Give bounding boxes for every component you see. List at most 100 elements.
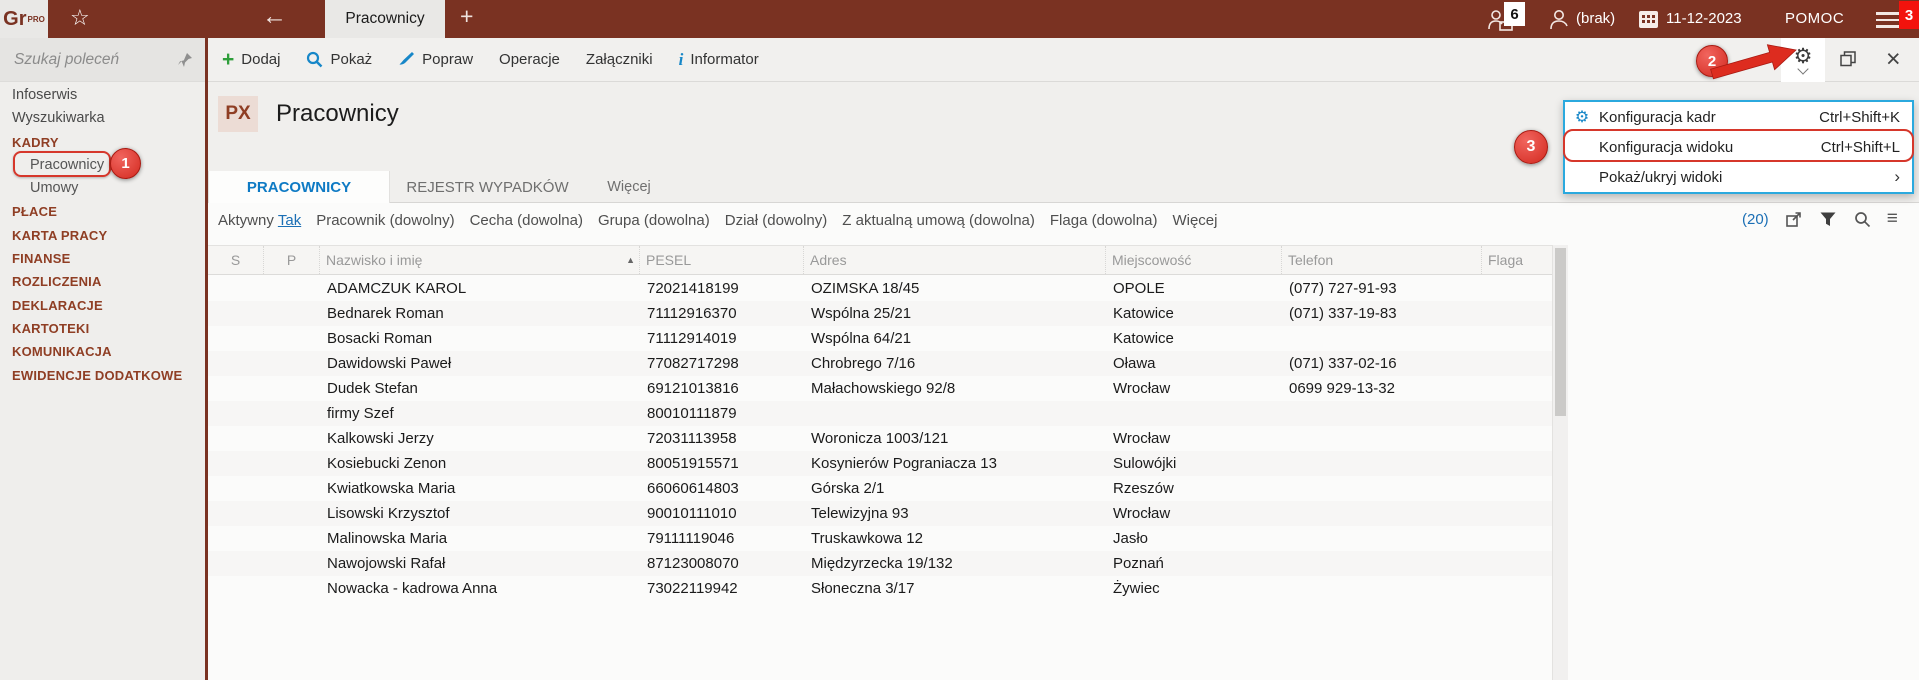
window-tab-label: Pracownicy <box>345 10 425 27</box>
col-header-nazwisko-label: Nazwisko i imię <box>326 252 423 268</box>
cell-s <box>208 326 264 351</box>
cell-phone: 0699 929-13-32 <box>1289 380 1395 397</box>
help-link[interactable]: POMOC <box>1785 10 1844 27</box>
sidebar-item-rozliczenia[interactable]: ROZLICZENIA <box>0 270 205 293</box>
col-header-nazwisko[interactable]: Nazwisko i imię ▲ <box>320 246 640 274</box>
cell-name: Dawidowski Paweł <box>327 355 452 372</box>
module-code-badge: PX <box>218 96 258 132</box>
cell-city: Wrocław <box>1113 430 1171 447</box>
tab-rejestr-wypadkow[interactable]: REJESTR WYPADKÓW <box>395 171 580 203</box>
col-header-pesel[interactable]: PESEL <box>640 246 804 274</box>
cell-s <box>208 351 264 376</box>
operacje-button[interactable]: Operacje <box>499 51 560 68</box>
col-header-telefon[interactable]: Telefon <box>1282 246 1482 274</box>
cell-phone <box>1282 501 1482 526</box>
table-row[interactable]: Nawojowski Rafał 87123008070 Międzyrzecka … <box>208 551 1552 576</box>
back-arrow-icon[interactable]: ← <box>262 2 287 31</box>
col-header-p[interactable]: P <box>264 246 320 274</box>
filter-aktywny[interactable]: Aktywny Tak <box>218 212 301 229</box>
cell-city: Sulowójki <box>1113 455 1177 472</box>
cell-name: Kalkowski Jerzy <box>327 430 434 447</box>
pin-icon[interactable] <box>177 52 193 68</box>
cell-phone <box>1282 576 1482 601</box>
filter-grupa-dowolna-[interactable]: Grupa (dowolna) <box>598 212 710 229</box>
cell-adres: Międzyrzecka 19/132 <box>811 555 953 572</box>
tab-wiecej[interactable]: Więcej <box>598 171 660 203</box>
cell-s <box>208 501 264 526</box>
list-options-icon[interactable]: ≡ <box>1887 209 1898 228</box>
vertical-scrollbar[interactable] <box>1552 245 1568 680</box>
cell-city: Poznań <box>1113 555 1164 572</box>
close-view-icon[interactable]: × <box>1886 45 1901 74</box>
calendar-icon[interactable] <box>1638 9 1659 30</box>
table-row[interactable]: Dudek Stefan 69121013816 Małachowskiego 92… <box>208 376 1552 401</box>
window-tab-pracownicy[interactable]: Pracownicy <box>325 0 445 38</box>
dodaj-button[interactable]: + Dodaj <box>222 49 280 70</box>
cell-city: Wrocław <box>1113 380 1171 397</box>
cell-pesel: 72031113958 <box>647 430 737 447</box>
table-row[interactable]: Dawidowski Paweł 77082717298 Chrobrego 7/1… <box>208 351 1552 376</box>
col-header-adres[interactable]: Adres <box>804 246 1106 274</box>
popraw-button[interactable]: Popraw <box>398 51 473 68</box>
user-label[interactable]: (brak) <box>1576 10 1615 27</box>
cell-s <box>208 551 264 576</box>
cell-name: Bednarek Roman <box>327 305 444 322</box>
row-count: (20) <box>1742 210 1769 228</box>
restore-window-icon[interactable] <box>1840 51 1857 67</box>
filter-cecha-dowolna-[interactable]: Cecha (dowolna) <box>470 212 583 229</box>
table-row[interactable]: Bednarek Roman 71112916370 Wspólna 25/21 Ka… <box>208 301 1552 326</box>
załączniki-button[interactable]: Załączniki <box>586 51 653 68</box>
cell-name: firmy Szef <box>327 405 394 422</box>
table-row[interactable]: firmy Szef 80010111879 <box>208 401 1552 426</box>
tab-pracownicy[interactable]: PRACOWNICY <box>208 171 390 203</box>
user-icon[interactable] <box>1548 8 1572 32</box>
cell-p <box>264 276 320 301</box>
sidebar-item-finanse[interactable]: FINANSE <box>0 247 205 270</box>
favorites-star-icon[interactable]: ☆ <box>70 5 90 31</box>
info-icon: i <box>678 49 684 69</box>
cell-adres: Chrobrego 7/16 <box>811 355 916 372</box>
search-icon[interactable] <box>1853 210 1871 228</box>
col-header-s[interactable]: S <box>208 246 264 274</box>
table-row[interactable]: Lisowski Krzysztof 90010111010 Telewizyjna… <box>208 501 1552 526</box>
app-logo[interactable]: Gr PRO <box>0 0 48 38</box>
cell-p <box>264 501 320 526</box>
cell-p <box>264 476 320 501</box>
col-header-miejscowosc[interactable]: Miejscowość <box>1106 246 1282 274</box>
table-row[interactable]: Kalkowski Jerzy 72031113958 Woronicza 1003… <box>208 426 1552 451</box>
sidebar-item-wyszukiwarka[interactable]: Wyszukiwarka <box>0 107 205 130</box>
filter-z-aktualną-umową-dowolna-[interactable]: Z aktualną umową (dowolna) <box>842 212 1035 229</box>
sidebar-item-deklaracje[interactable]: DEKLARACJE <box>0 294 205 317</box>
command-search[interactable]: Szukaj poleceń <box>0 38 205 82</box>
filter-funnel-icon[interactable] <box>1819 211 1837 227</box>
scrollbar-thumb[interactable] <box>1555 248 1566 416</box>
sidebar-item-płace[interactable]: PŁACE <box>0 200 205 223</box>
filter-flaga-dowolna-[interactable]: Flaga (dowolna) <box>1050 212 1158 229</box>
sidebar-item-infoserwis[interactable]: Infoserwis <box>0 84 205 107</box>
filter-pracownik-dowolny-[interactable]: Pracownik (dowolny) <box>316 212 454 229</box>
table-row[interactable]: Bosacki Roman 71112914019 Wspólna 64/21 Kat… <box>208 326 1552 351</box>
table-row[interactable]: Kwiatkowska Maria 66060614803 Górska 2/1 Rz… <box>208 476 1552 501</box>
filter-więcej[interactable]: Więcej <box>1172 212 1217 229</box>
new-tab-button[interactable]: + <box>460 3 473 30</box>
sidebar-item-umowy[interactable]: Umowy <box>0 177 205 200</box>
sidebar-item-kartoteki[interactable]: KARTOTEKI <box>0 317 205 340</box>
menu-item-pokaż-ukryj-widoki[interactable]: Pokaż/ukryj widoki › <box>1565 162 1912 192</box>
table-row[interactable]: Malinowska Maria 79111119046 Truskawkowa 1… <box>208 526 1552 551</box>
cell-s <box>208 476 264 501</box>
cell-flag <box>1482 576 1552 601</box>
open-in-window-icon[interactable] <box>1785 211 1803 228</box>
menu-item-konfiguracja-kadr[interactable]: ⚙ Konfiguracja kadr Ctrl+Shift+K <box>1565 102 1912 132</box>
filter-dział-dowolny-[interactable]: Dział (dowolny) <box>725 212 828 229</box>
table-row[interactable]: Kosiebucki Zenon 80051915571 Kosynierów Po… <box>208 451 1552 476</box>
date-label[interactable]: 11-12-2023 <box>1666 10 1742 27</box>
table-row[interactable]: ADAMCZUK KAROL 72021418199 OZIMSKA 18/45 OP… <box>208 276 1552 301</box>
col-header-flaga[interactable]: Flaga <box>1482 246 1552 274</box>
sidebar-item-karta-pracy[interactable]: KARTA PRACY <box>0 224 205 247</box>
cell-p <box>264 426 320 451</box>
pokaż-button[interactable]: Pokaż <box>306 51 372 68</box>
sidebar-item-komunikacja[interactable]: KOMUNIKACJA <box>0 340 205 363</box>
informator-button[interactable]: i Informator <box>679 50 759 70</box>
sidebar-item-ewidencje-dodatkowe[interactable]: EWIDENCJE DODATKOWE <box>0 364 205 387</box>
table-row[interactable]: Nowacka - kadrowa Anna 73022119942 Słonecz… <box>208 576 1552 601</box>
